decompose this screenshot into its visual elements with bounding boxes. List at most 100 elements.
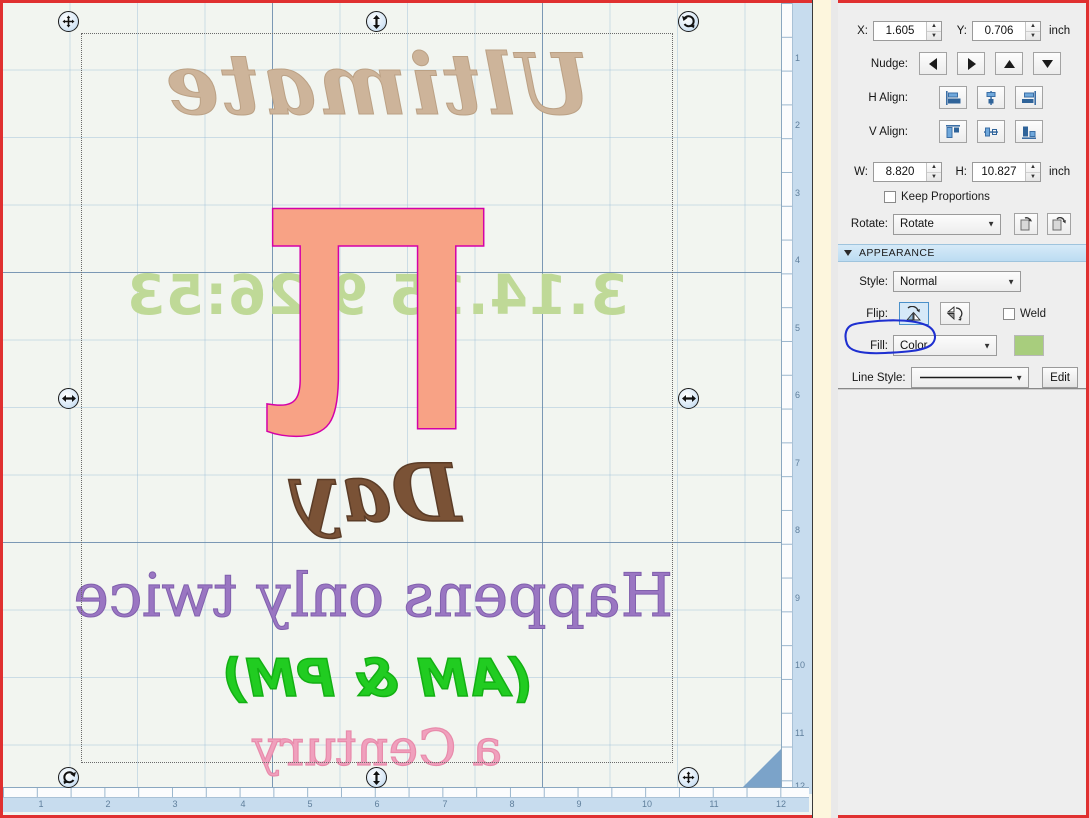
flip-vertical-button[interactable]	[940, 302, 970, 325]
align-bottom-button[interactable]	[1015, 120, 1043, 143]
fill-color-swatch[interactable]	[1014, 335, 1044, 356]
fill-select-value: Color	[900, 339, 928, 352]
ruler-h-label: 4	[240, 799, 246, 809]
keep-proportions-checkbox[interactable]	[884, 191, 896, 203]
w-input[interactable]	[874, 163, 926, 181]
ruler-v-label: 5	[795, 323, 801, 333]
align-middle-button[interactable]	[977, 120, 1005, 143]
line-style-label: Line Style:	[851, 371, 906, 384]
align-center-button[interactable]	[977, 86, 1005, 109]
h-spin-down[interactable]: ▼	[1026, 173, 1040, 182]
fill-select[interactable]: Color ▼	[893, 335, 997, 356]
h-stepper[interactable]: ▲▼	[972, 162, 1041, 182]
appearance-section-header[interactable]: APPEARANCE	[838, 244, 1086, 262]
y-label: Y:	[956, 25, 967, 37]
ruler-v-label: 7	[795, 458, 801, 468]
x-spin-arrows[interactable]: ▲ ▼	[926, 22, 941, 40]
fill-row: Fill: Color ▼	[846, 335, 1078, 356]
flip-horizontal-button[interactable]	[899, 302, 929, 325]
h-spin-up[interactable]: ▲	[1026, 163, 1040, 173]
weld-row[interactable]: Weld	[1003, 307, 1046, 320]
nudge-down-button[interactable]	[1033, 52, 1061, 75]
x-spin-down[interactable]: ▼	[927, 32, 941, 41]
y-stepper[interactable]: ▲▼	[972, 21, 1041, 41]
ruler-h-label: 5	[307, 799, 313, 809]
ruler-h-label: 2	[105, 799, 111, 809]
h-spin-arrows[interactable]: ▲ ▼	[1025, 163, 1040, 181]
align-left-button[interactable]	[939, 86, 967, 109]
x-label: X:	[857, 25, 868, 37]
h-input[interactable]	[973, 163, 1025, 181]
arrow-down-icon	[1041, 59, 1053, 68]
w-spin-up[interactable]: ▲	[927, 163, 941, 173]
x-stepper[interactable]: ▲▼	[873, 21, 942, 41]
ruler-v-label: 11	[795, 728, 805, 738]
ruler-h-label: 7	[442, 799, 448, 809]
line-style-edit-button[interactable]: Edit	[1042, 367, 1078, 388]
ruler-v-label: 1	[795, 53, 801, 63]
weld-checkbox[interactable]	[1003, 307, 1015, 320]
arrow-left-icon	[928, 57, 937, 70]
art-pi-symbol[interactable]: π	[255, 57, 499, 525]
align-right-button[interactable]	[1015, 86, 1043, 109]
rotate-ccw-button[interactable]	[1014, 213, 1038, 235]
nudge-up-button[interactable]	[995, 52, 1023, 75]
rotate-handle[interactable]	[678, 11, 699, 32]
style-label: Style:	[859, 275, 888, 288]
resize-horizontal-handle[interactable]	[678, 388, 699, 409]
h-align-row: H Align:	[846, 86, 1078, 109]
nudge-right-button[interactable]	[957, 52, 985, 75]
ruler-h-label: 6	[374, 799, 380, 809]
fill-label: Fill:	[870, 339, 888, 352]
align-top-button[interactable]	[939, 120, 967, 143]
y-spin-down[interactable]: ▼	[1026, 32, 1040, 41]
x-spin-up[interactable]: ▲	[927, 22, 941, 32]
nudge-row: Nudge:	[846, 52, 1078, 75]
properties-panel: X: ▲▼ Y: ▲▼ inch Nudge:	[838, 0, 1089, 818]
ruler-v-label: 9	[795, 593, 801, 603]
ruler-v-label: 3	[795, 188, 801, 198]
resize-vertical-handle[interactable]	[366, 11, 387, 32]
w-stepper[interactable]: ▲▼	[873, 162, 942, 182]
y-spin-arrows[interactable]: ▲ ▼	[1025, 22, 1040, 40]
resize-all-handle[interactable]	[678, 767, 699, 788]
x-input[interactable]	[874, 22, 926, 40]
weld-label: Weld	[1020, 307, 1046, 320]
rotate-handle[interactable]	[58, 767, 79, 788]
arrow-right-icon	[967, 57, 976, 70]
chevron-down-icon: ▼	[987, 219, 995, 229]
line-style-select[interactable]: ▼	[910, 367, 1030, 388]
ruler-vertical-ticks	[782, 3, 793, 794]
xy-unit-label: inch	[1049, 25, 1071, 37]
y-spin-up[interactable]: ▲	[1026, 22, 1040, 32]
align-center-icon	[986, 90, 996, 105]
art-text-day[interactable]: Day	[81, 445, 673, 541]
y-input[interactable]	[973, 22, 1025, 40]
artwork-group[interactable]: Ultimate 3.14.15 9:26:53 π Day Happens o…	[73, 33, 674, 778]
style-select[interactable]: Normal ▼	[893, 271, 1021, 292]
nudge-left-button[interactable]	[919, 52, 947, 75]
ruler-v-label: 10	[795, 660, 806, 670]
ruler-vertical: 1 2 3 4 5 6 7 8 9 10 11 12	[781, 3, 812, 794]
v-align-label: V Align:	[869, 125, 908, 138]
rotate-select[interactable]: Rotate ▼	[893, 213, 1001, 235]
ruler-horizontal: 1 2 3 4 5 6 7 8 9 10 11 12	[3, 787, 809, 812]
canvas-surface[interactable]: Ultimate 3.14.15 9:26:53 π Day Happens o…	[3, 3, 784, 794]
resize-vertical-handle[interactable]	[366, 767, 387, 788]
move-handle[interactable]	[58, 11, 79, 32]
resize-horizontal-handle[interactable]	[58, 388, 79, 409]
keep-proportions-row[interactable]: Keep Proportions	[884, 191, 1078, 203]
chevron-down-icon: ▼	[1007, 277, 1015, 286]
w-spin-arrows[interactable]: ▲ ▼	[926, 163, 941, 181]
flip-row: Flip: Weld	[846, 302, 1078, 325]
design-canvas-region[interactable]: Ultimate 3.14.15 9:26:53 π Day Happens o…	[0, 0, 812, 818]
w-spin-down[interactable]: ▼	[927, 173, 941, 182]
art-text-happens-only-twice[interactable]: Happens only twice	[73, 561, 674, 632]
appearance-section: Style: Normal ▼ Flip: Weld Fill: Color ▼…	[838, 262, 1086, 397]
art-text-a-century[interactable]: a Century	[81, 718, 673, 777]
art-text-am-pm[interactable]: (AM & PM)	[81, 648, 673, 710]
align-top-icon	[946, 124, 960, 138]
arrow-up-icon	[1003, 59, 1015, 68]
style-select-value: Normal	[900, 275, 938, 288]
rotate-cw-button[interactable]	[1047, 213, 1071, 235]
